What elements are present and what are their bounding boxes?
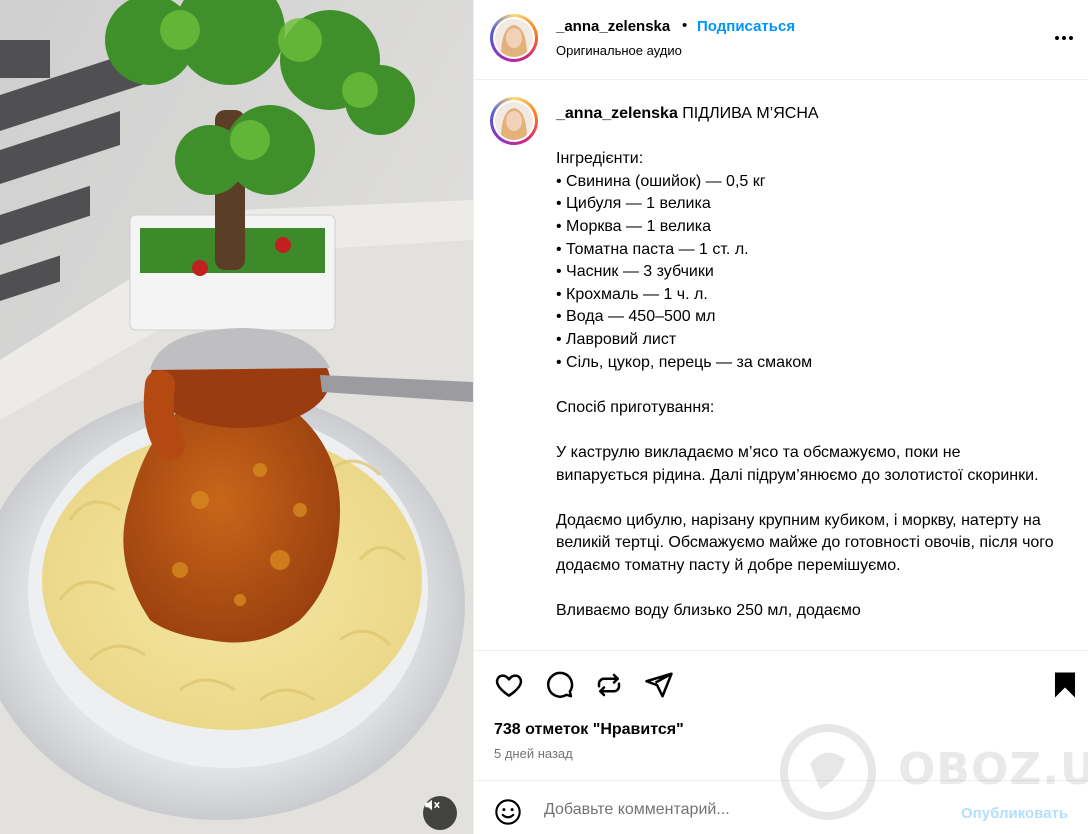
avatar-photo — [495, 19, 533, 57]
more-options-icon[interactable] — [1052, 26, 1076, 50]
watermark-logo — [780, 724, 876, 820]
post-video[interactable] — [0, 0, 473, 834]
bookmark-icon[interactable] — [1050, 670, 1080, 700]
author-username[interactable]: _anna_zelenska — [556, 18, 670, 35]
caption-scroll-area[interactable]: _anna_zelenska ПІДЛИВА М’ЯСНА Інгредієнт… — [474, 81, 1088, 651]
post-details-panel: _anna_zelenska • Подписаться Оригинально… — [473, 0, 1088, 834]
mute-button[interactable] — [423, 796, 457, 830]
avatar-photo — [495, 102, 533, 140]
separator-dot: • — [682, 17, 688, 34]
emoji-icon[interactable] — [494, 798, 522, 826]
watermark-text: OBOZ.UA — [898, 744, 1088, 795]
action-bar — [474, 662, 1088, 706]
likes-count[interactable]: 738 отметок "Нравится" — [494, 721, 684, 739]
caption-username[interactable]: _anna_zelenska — [556, 105, 678, 122]
audio-label[interactable]: Оригинальное аудио — [556, 43, 682, 58]
post-header: _anna_zelenska • Подписаться Оригинально… — [474, 0, 1088, 80]
heart-icon[interactable] — [494, 670, 524, 700]
caption-avatar[interactable] — [490, 97, 538, 145]
comment-icon[interactable] — [544, 670, 574, 700]
watermark: OBOZ.UA — [780, 724, 1088, 820]
caption-text: _anna_zelenska ПІДЛИВА М’ЯСНА Інгредієнт… — [556, 103, 1056, 623]
repost-icon[interactable] — [594, 670, 624, 700]
follow-button[interactable]: Подписаться — [697, 18, 795, 35]
share-icon[interactable] — [644, 670, 674, 700]
post-date[interactable]: 5 дней назад — [494, 746, 573, 761]
caption-body: ПІДЛИВА М’ЯСНА Інгредієнти: • Свинина (о… — [556, 105, 1054, 620]
muted-speaker-icon — [425, 799, 440, 811]
avatar[interactable] — [490, 14, 538, 62]
video-frame — [0, 0, 473, 834]
